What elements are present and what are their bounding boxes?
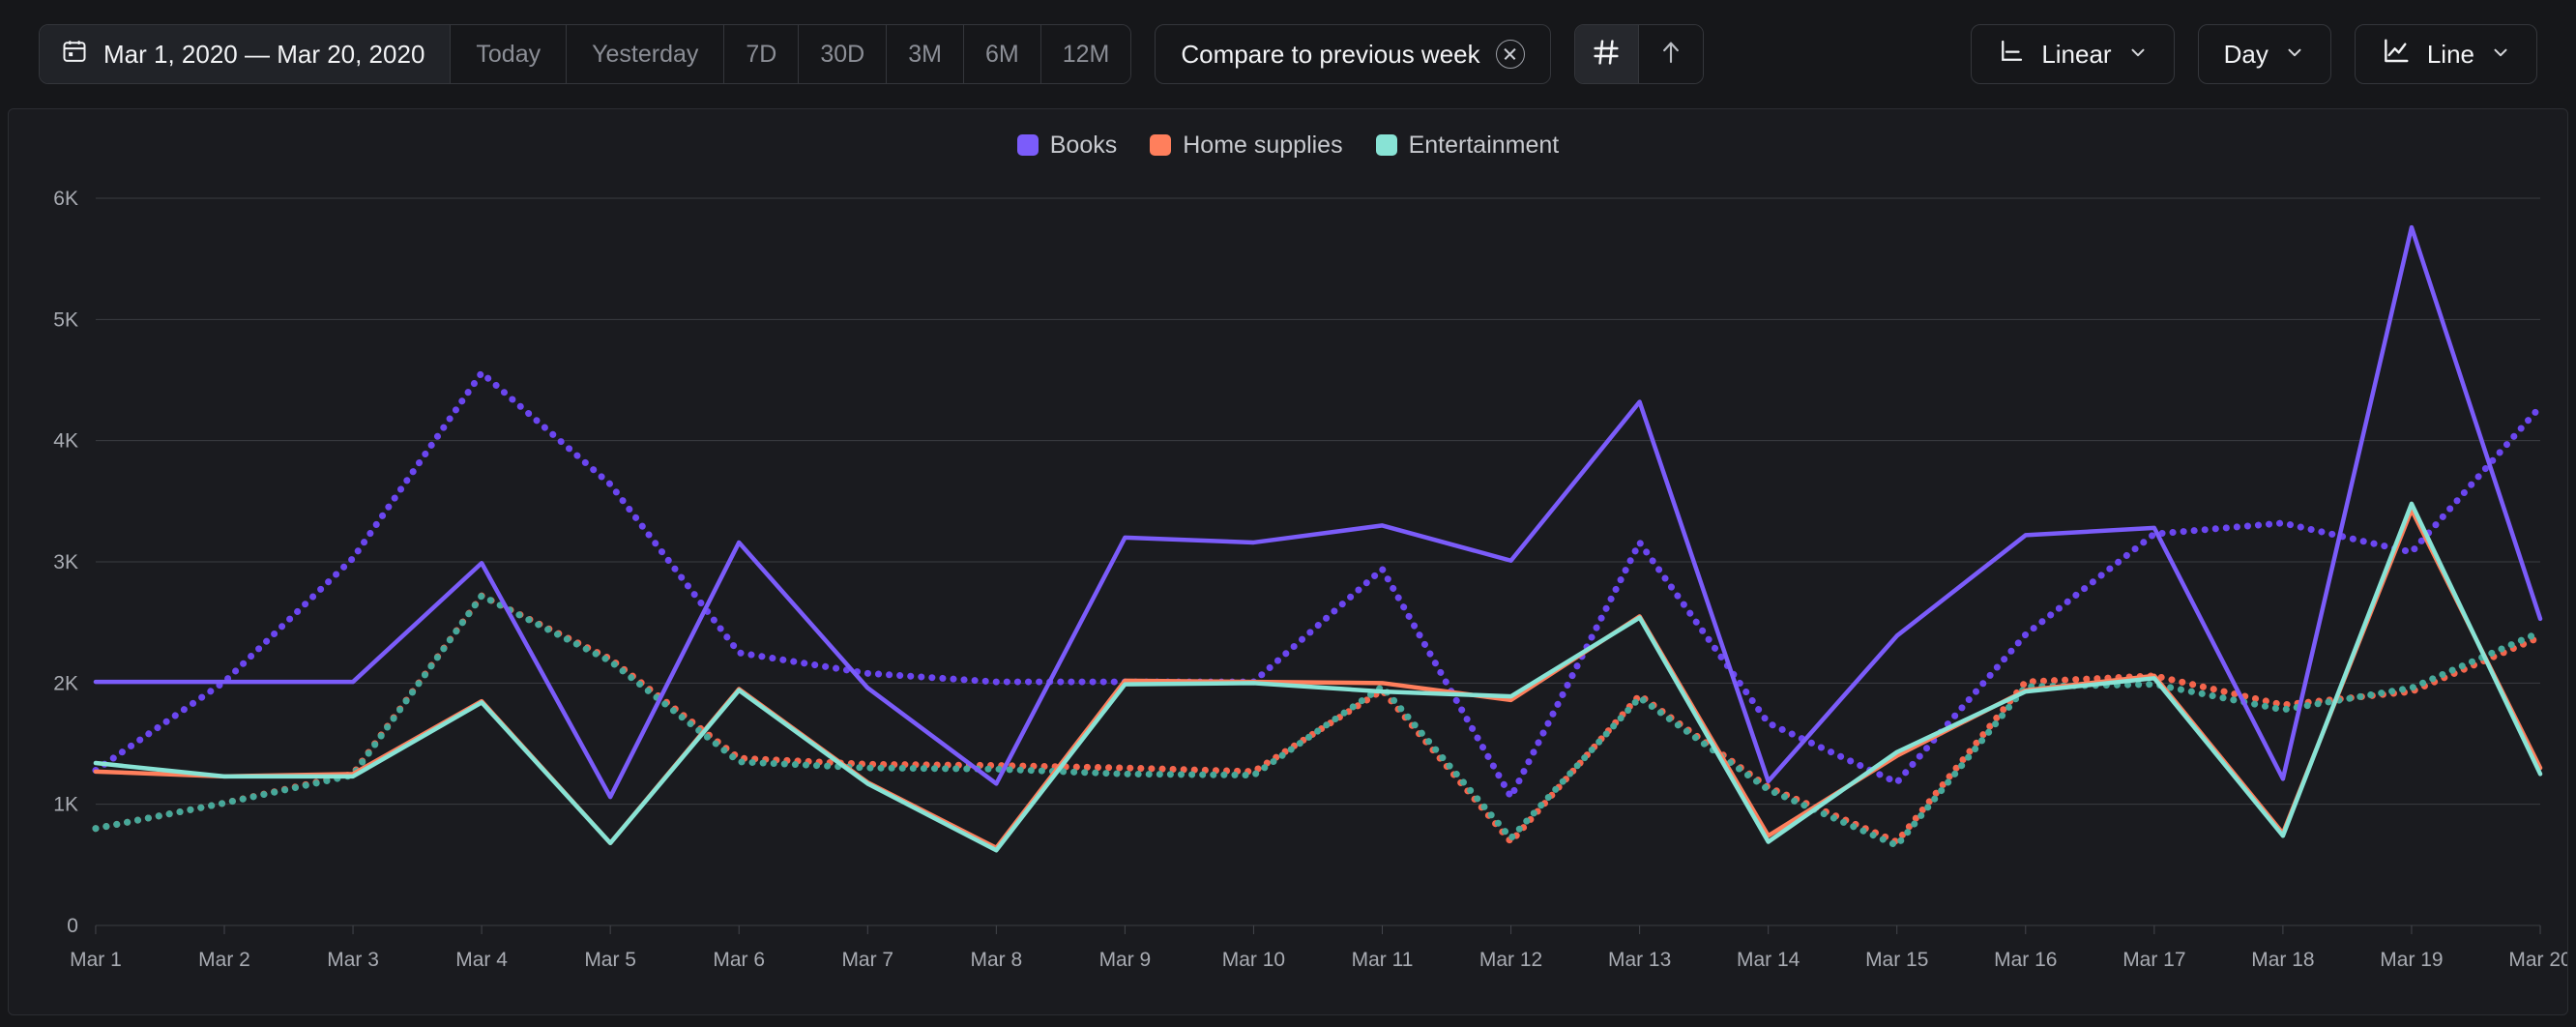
legend-label-entertainment: Entertainment <box>1409 132 1560 160</box>
quick-range-yesterday[interactable]: Yesterday <box>567 25 724 83</box>
y-tick-label: 5K <box>53 308 78 331</box>
date-range-label: Mar 1, 2020 — Mar 20, 2020 <box>103 40 424 70</box>
legend-swatch-home-supplies <box>1150 134 1171 156</box>
x-tick-label: Mar 19 <box>2380 949 2443 971</box>
series-layer <box>96 227 2540 850</box>
quick-range-12m[interactable]: 12M <box>1041 25 1131 83</box>
y-tick-label: 3K <box>53 551 78 573</box>
quick-range-3m[interactable]: 3M <box>887 25 964 83</box>
x-tick-label: Mar 5 <box>584 949 636 971</box>
quick-range-6m[interactable]: 6M <box>964 25 1041 83</box>
legend-item-entertainment[interactable]: Entertainment <box>1376 132 1560 160</box>
x-tick-label: Mar 7 <box>841 949 893 971</box>
quick-range-30d[interactable]: 30D <box>799 25 887 83</box>
y-tick-label: 1K <box>53 794 78 816</box>
toolbar-left-group: Mar 1, 2020 — Mar 20, 2020 Today Yesterd… <box>39 24 1704 84</box>
close-circle-icon[interactable] <box>1496 40 1525 69</box>
date-range-button[interactable]: Mar 1, 2020 — Mar 20, 2020 <box>40 25 451 83</box>
analytics-chart-page: Mar 1, 2020 — Mar 20, 2020 Today Yesterd… <box>0 0 2576 1027</box>
sort-ascending-button[interactable] <box>1639 25 1703 83</box>
grid-toggle-button[interactable] <box>1575 25 1639 83</box>
y-tick-label: 0 <box>67 915 78 937</box>
charttype-select-value: Line <box>2427 40 2474 70</box>
quick-range-today[interactable]: Today <box>451 25 567 83</box>
chevron-down-icon <box>2284 42 2305 67</box>
x-tick-label: Mar 1 <box>70 949 122 971</box>
axis-icon <box>1997 37 2026 73</box>
legend-item-home-supplies[interactable]: Home supplies <box>1150 132 1342 160</box>
x-tick-label: Mar 2 <box>198 949 250 971</box>
scale-select[interactable]: Linear <box>1971 24 2174 84</box>
y-axis-ticks: 0 1K 2K 3K 4K 5K 6K <box>53 188 78 937</box>
chevron-down-icon <box>2127 42 2149 67</box>
chart-panel: Books Home supplies Entertainment 0 1K 2K 3… <box>8 108 2568 1015</box>
legend-label-home-supplies: Home supplies <box>1183 132 1342 160</box>
compare-label: Compare to previous week <box>1181 40 1479 70</box>
x-tick-label: Mar 9 <box>1099 949 1152 971</box>
scale-select-value: Linear <box>2041 40 2111 70</box>
legend-label-books: Books <box>1050 132 1117 160</box>
x-tick-label: Mar 14 <box>1737 949 1800 971</box>
x-tick-label: Mar 13 <box>1608 949 1671 971</box>
x-tick-label: Mar 10 <box>1222 949 1285 971</box>
toolbar-right-group: Linear Day <box>1971 24 2537 84</box>
x-tick-label: Mar 11 <box>1352 949 1414 971</box>
x-tick-label: Mar 12 <box>1479 949 1542 971</box>
y-tick-label: 6K <box>53 188 78 210</box>
plot-area[interactable]: 01K2K3K4K5K6K Mar 1Mar 2Mar 3Mar 4Mar 5M… <box>9 181 2567 1014</box>
y-tick-label: 2K <box>53 672 78 694</box>
x-tick-label: Mar 20 <box>2508 949 2567 971</box>
legend-swatch-books <box>1017 134 1039 156</box>
charttype-select[interactable]: Line <box>2355 24 2537 84</box>
date-range-segment-group: Mar 1, 2020 — Mar 20, 2020 Today Yesterd… <box>39 24 1131 84</box>
grid-icon <box>1591 37 1622 73</box>
compare-to-previous-week-chip[interactable]: Compare to previous week <box>1155 24 1550 84</box>
calendar-icon <box>61 38 88 72</box>
x-axis-ticks: Mar 1 Mar 2 Mar 3 Mar 4 Mar 5 Mar 6 Mar 7 Mar 8… <box>70 925 2567 971</box>
legend-item-books[interactable]: Books <box>1017 132 1117 160</box>
line-chart-icon <box>2381 36 2412 73</box>
x-tick-label: Mar 6 <box>713 949 765 971</box>
chart-legend: Books Home supplies Entertainment <box>9 109 2567 181</box>
x-tick-label: Mar 16 <box>1994 949 2057 971</box>
series-line-home-supplies-previous-week <box>96 596 2540 841</box>
view-toggle-group <box>1574 24 1704 84</box>
x-tick-label: Mar 17 <box>2122 949 2185 971</box>
x-tick-label: Mar 4 <box>455 949 508 971</box>
x-tick-label: Mar 8 <box>971 949 1023 971</box>
legend-swatch-entertainment <box>1376 134 1397 156</box>
x-tick-label: Mar 18 <box>2251 949 2314 971</box>
line-chart-svg[interactable]: 01K2K3K4K5K6K Mar 1Mar 2Mar 3Mar 4Mar 5M… <box>9 181 2567 1014</box>
x-tick-label: Mar 3 <box>327 949 379 971</box>
interval-select[interactable]: Day <box>2198 24 2331 84</box>
x-tick-label: Mar 15 <box>1865 949 1928 971</box>
series-line-entertainment-previous-week <box>96 596 2540 845</box>
quick-range-7d[interactable]: 7D <box>724 25 799 83</box>
y-tick-label: 4K <box>53 430 78 453</box>
arrow-up-icon <box>1656 38 1685 72</box>
interval-select-value: Day <box>2224 40 2269 70</box>
chevron-down-icon <box>2490 42 2511 67</box>
toolbar: Mar 1, 2020 — Mar 20, 2020 Today Yesterd… <box>0 0 2576 108</box>
